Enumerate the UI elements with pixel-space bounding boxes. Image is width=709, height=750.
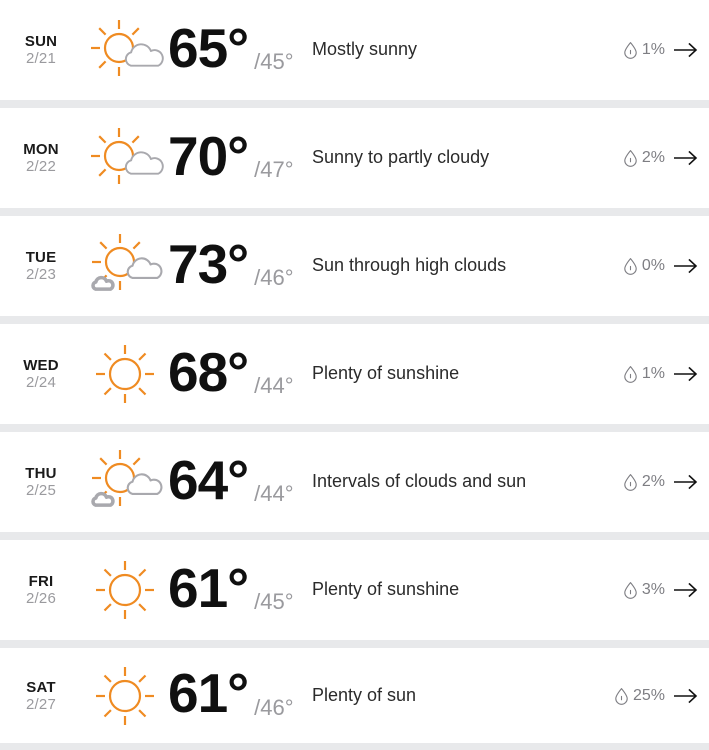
precipitation-percent: 0%: [641, 257, 665, 274]
date-label: 2/23: [26, 266, 56, 283]
row-trailing-group: 2%: [623, 149, 699, 167]
temperature-cell: 70°/47°: [168, 123, 308, 193]
date-label: 2/21: [26, 50, 56, 67]
arrow-right-icon[interactable]: [673, 366, 699, 382]
forecast-day-row[interactable]: SUN 2/21 65°/45° Mostly sunny 1%: [0, 0, 709, 100]
arrow-right-icon[interactable]: [673, 582, 699, 598]
forecast-day-row[interactable]: WED 2/24 68°/44° Plenty of sunshine 1%: [0, 324, 709, 424]
arrow-right-icon[interactable]: [673, 150, 699, 166]
temperature-cell: 68°/44°: [168, 339, 308, 409]
water-drop-icon: [623, 473, 638, 491]
date-block: SUN 2/21: [10, 33, 72, 68]
precipitation-percent: 1%: [641, 365, 665, 382]
sun-behind-cloud-icon: [82, 10, 168, 90]
high-temperature: 70°: [168, 124, 249, 187]
high-temperature: 73°: [168, 232, 249, 295]
low-temperature: /46°: [254, 694, 294, 720]
low-temperature: /45°: [254, 589, 294, 614]
row-trailing-group: 2%: [623, 473, 699, 491]
date-label: 2/27: [26, 695, 56, 713]
precipitation-percent: 25%: [632, 686, 665, 704]
high-temperature: 68°: [168, 340, 249, 403]
precipitation-group: 1%: [623, 365, 665, 383]
precipitation-group: 2%: [623, 149, 665, 167]
low-temperature: /46°: [254, 265, 294, 290]
temperature-cell: 61°/45°: [168, 555, 308, 625]
precipitation-group: 2%: [623, 473, 665, 491]
low-temperature: /45°: [254, 49, 294, 74]
low-temperature: /47°: [254, 157, 294, 182]
date-block: TUE 2/23: [10, 249, 72, 284]
low-temperature: /44°: [254, 481, 294, 506]
date-block: WED 2/24: [10, 357, 72, 392]
precipitation-percent: 2%: [641, 149, 665, 166]
temperature-cell: 64°/44°: [168, 447, 308, 517]
date-label: 2/24: [26, 374, 56, 391]
date-block: FRI 2/26: [10, 573, 72, 608]
sun-icon: [82, 334, 168, 414]
high-temperature: 64°: [168, 448, 249, 511]
water-drop-icon: [623, 581, 638, 599]
forecast-day-row[interactable]: THU 2/25 64°/44° Intervals of clouds and su…: [0, 432, 709, 532]
precipitation-group: 25%: [614, 687, 665, 705]
temperature-cell: 61°/46°: [168, 661, 308, 731]
weather-description: Sunny to partly cloudy: [312, 147, 490, 168]
high-temperature: 61°: [168, 556, 249, 619]
precipitation-group: 3%: [623, 581, 665, 599]
forecast-day-row[interactable]: SAT 2/27 61°/46° Plenty of sun 25%: [0, 648, 709, 743]
date-label: 2/26: [26, 590, 56, 607]
sun-icon: [82, 550, 168, 630]
sun-behind-cloud-icon: [82, 118, 168, 198]
date-block: MON 2/22: [10, 141, 72, 176]
precipitation-group: 0%: [623, 257, 665, 275]
sun-behind-two-clouds-icon: [82, 442, 168, 522]
day-of-week-label: SUN: [24, 32, 58, 50]
forecast-day-row[interactable]: FRI 2/26 61°/45° Plenty of sunshine 3%: [0, 540, 709, 640]
precipitation-percent: 2%: [641, 473, 665, 490]
sun-icon: [82, 656, 168, 736]
water-drop-icon: [623, 257, 638, 275]
row-trailing-group: 3%: [623, 581, 699, 599]
forecast-day-row[interactable]: TUE 2/23 73°/46° Sun through high clouds 0%: [0, 216, 709, 316]
day-of-week-label: TUE: [25, 248, 57, 266]
low-temperature: /44°: [254, 373, 294, 398]
row-trailing-group: 0%: [623, 257, 699, 275]
high-temperature: 61°: [168, 662, 249, 724]
day-of-week-label: FRI: [28, 572, 54, 590]
precipitation-percent: 3%: [641, 581, 665, 598]
arrow-right-icon[interactable]: [673, 474, 699, 490]
day-of-week-label: WED: [23, 356, 59, 374]
date-block: SAT 2/27: [10, 678, 72, 713]
water-drop-icon: [623, 365, 638, 383]
weather-description: Intervals of clouds and sun: [312, 471, 527, 492]
row-trailing-group: 25%: [614, 687, 699, 705]
date-block: THU 2/25: [10, 465, 72, 500]
date-label: 2/25: [26, 482, 56, 499]
arrow-right-icon[interactable]: [673, 42, 699, 58]
daily-forecast-list: SUN 2/21 65°/45° Mostly sunny 1% MON 2/22 70°/4…: [0, 0, 709, 743]
row-trailing-group: 1%: [623, 365, 699, 383]
forecast-day-row[interactable]: MON 2/22 70°/47° Sunny to partly cloudy 2%: [0, 108, 709, 208]
temperature-cell: 65°/45°: [168, 15, 308, 85]
high-temperature: 65°: [168, 16, 249, 79]
day-of-week-label: SAT: [26, 678, 56, 696]
arrow-right-icon[interactable]: [673, 258, 699, 274]
weather-description: Plenty of sun: [312, 684, 417, 705]
weather-description: Sun through high clouds: [312, 255, 507, 276]
water-drop-icon: [623, 149, 638, 167]
day-of-week-label: THU: [25, 464, 57, 482]
water-drop-icon: [614, 687, 629, 705]
water-drop-icon: [623, 41, 638, 59]
arrow-right-icon[interactable]: [673, 688, 699, 704]
precipitation-percent: 1%: [641, 41, 665, 58]
date-label: 2/22: [26, 158, 56, 175]
weather-description: Plenty of sunshine: [312, 363, 460, 384]
sun-behind-two-clouds-icon: [82, 226, 168, 306]
day-of-week-label: MON: [23, 140, 59, 158]
weather-description: Mostly sunny: [312, 39, 418, 60]
temperature-cell: 73°/46°: [168, 231, 308, 301]
row-trailing-group: 1%: [623, 41, 699, 59]
weather-description: Plenty of sunshine: [312, 579, 460, 600]
precipitation-group: 1%: [623, 41, 665, 59]
